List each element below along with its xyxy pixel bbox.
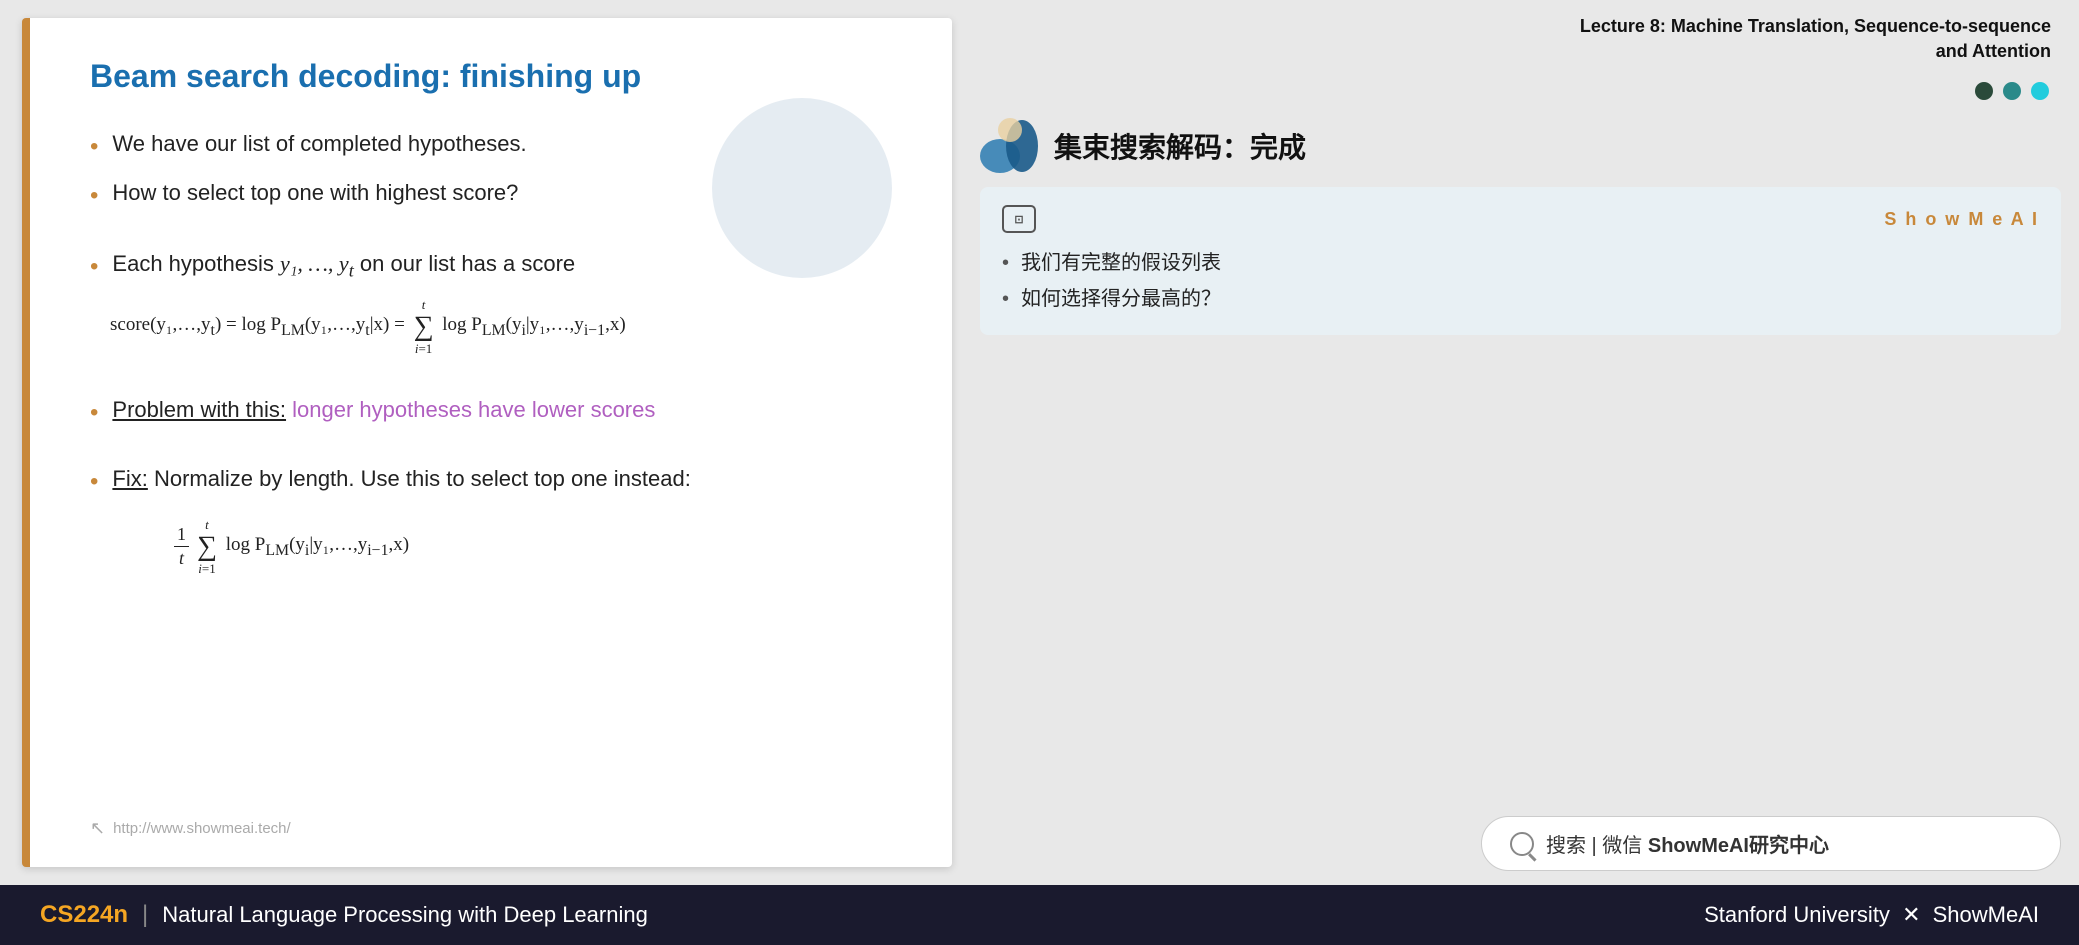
bullet-dot: •	[90, 176, 98, 217]
trans-text-1: 我们有完整的假设列表	[1021, 245, 1221, 281]
cursor-icon: ↖	[90, 818, 105, 839]
problem-text: longer hypotheses have lower scores	[292, 397, 655, 422]
decoration-circle	[712, 98, 892, 278]
slide-panel: Beam search decoding: finishing up • We …	[22, 18, 952, 867]
footer-left: CS224n | Natural Language Processing wit…	[40, 901, 648, 929]
dots-row	[980, 82, 2061, 100]
stanford-text: Stanford University	[1704, 902, 1890, 927]
x-separator: ✕	[1902, 902, 1927, 927]
url-area: ↖ http://www.showmeai.tech/	[90, 818, 291, 839]
lecture-line1: Lecture 8: Machine Translation, Sequence…	[980, 14, 2051, 39]
ai-icon-box: ⊡	[1002, 205, 1036, 233]
footer-cs-label: CS224n	[40, 901, 128, 929]
norm-eq-end: log PLM(yi|y₁,…,yi−1,x)	[221, 534, 409, 560]
right-panel: Lecture 8: Machine Translation, Sequence…	[970, 0, 2079, 885]
dot-dark	[1975, 82, 1993, 100]
lecture-header: Lecture 8: Machine Translation, Sequence…	[980, 14, 2061, 64]
math-vars: y₁, …, yt	[280, 251, 354, 276]
slide-title: Beam search decoding: finishing up	[90, 58, 902, 95]
bullet-text-3: Each hypothesis y₁, …, yt on our list ha…	[112, 245, 575, 287]
list-item-problem: • Problem with this: longer hypotheses h…	[90, 391, 902, 434]
footer-divider: |	[142, 901, 148, 929]
problem-line: Problem with this: longer hypotheses hav…	[112, 391, 655, 428]
normalized-score-equation: 1 t t ∑ i=1 log PLM(yi|y₁,…,yi−1,x)	[170, 517, 902, 577]
bullet-list-3: • Problem with this: longer hypotheses h…	[90, 391, 902, 434]
search-icon	[1510, 832, 1534, 856]
trans-dot-1: •	[1002, 245, 1009, 281]
sigma-2: ∑	[197, 533, 217, 561]
wave-icon	[980, 118, 1040, 173]
footer-right-text: Stanford University ✕ ShowMeAI	[1704, 902, 2039, 927]
score-eq-text: score(y₁,…,yt) = log PLM(y₁,…,yt|x) =	[110, 314, 410, 340]
dot-teal	[2003, 82, 2021, 100]
sum-bot-2: i=1	[198, 561, 215, 577]
showmeai-footer: ShowMeAI	[1933, 902, 2039, 927]
trans-dot-2: •	[1002, 281, 1009, 317]
chinese-title-row: 集束搜索解码：完成	[980, 118, 2061, 173]
list-item-fix: • Fix: Normalize by length. Use this to …	[90, 460, 902, 503]
sum-bot: i=1	[415, 341, 432, 357]
showmeai-brand: S h o w M e A I	[1884, 209, 2039, 230]
translation-bullets: • 我们有完整的假设列表 • 如何选择得分最高的？	[1002, 245, 2039, 317]
ai-icon: ⊡	[1014, 213, 1023, 226]
footer-right: Stanford University ✕ ShowMeAI	[1704, 902, 2039, 928]
fix-label: Fix:	[112, 466, 147, 491]
score-eq-end: log PLM(yi|y₁,…,yi−1,x)	[438, 314, 626, 340]
bullet-dot-fix: •	[90, 462, 98, 503]
main-container: Beam search decoding: finishing up • We …	[0, 0, 2079, 945]
url-link[interactable]: http://www.showmeai.tech/	[113, 820, 291, 837]
fix-line: Fix: Normalize by length. Use this to se…	[112, 460, 690, 497]
footer-course-name: Natural Language Processing with Deep Le…	[162, 902, 648, 928]
translation-box: ⊡ S h o w M e A I • 我们有完整的假设列表 • 如何选择得分最…	[980, 187, 2061, 335]
content-area: Beam search decoding: finishing up • We …	[0, 0, 2079, 885]
bullet-text-2: How to select top one with highest score…	[112, 174, 518, 211]
footer: CS224n | Natural Language Processing wit…	[0, 885, 2079, 945]
fraction-den: t	[176, 547, 187, 569]
sum-symbol-2: t ∑ i=1	[197, 517, 217, 577]
bullet-list-4: • Fix: Normalize by length. Use this to …	[90, 460, 902, 503]
trans-item-2: • 如何选择得分最高的？	[1002, 281, 2039, 317]
sum-symbol: t ∑ i=1	[414, 297, 434, 357]
fraction: 1 t	[174, 524, 189, 569]
bullet-dot-problem: •	[90, 393, 98, 434]
lecture-line2: and Attention	[980, 39, 2051, 64]
translation-header: ⊡ S h o w M e A I	[1002, 205, 2039, 233]
fix-text: Normalize by length. Use this to select …	[154, 466, 691, 491]
trans-text-2: 如何选择得分最高的？	[1021, 281, 1221, 317]
search-brand: ShowMeAI研究中心	[1648, 835, 1829, 857]
chinese-title: 集束搜索解码：完成	[1054, 126, 1306, 166]
trans-item-1: • 我们有完整的假设列表	[1002, 245, 2039, 281]
search-text: 搜索 | 微信 ShowMeAI研究中心	[1546, 829, 1829, 858]
sigma: ∑	[414, 313, 434, 341]
fraction-num: 1	[174, 524, 189, 547]
bullet-text-1: We have our list of completed hypotheses…	[112, 125, 526, 162]
score-equation: score(y₁,…,yt) = log PLM(y₁,…,yt|x) = t …	[110, 297, 902, 357]
dot-cyan	[2031, 82, 2049, 100]
problem-label: Problem with this:	[112, 397, 286, 422]
bullet-dot: •	[90, 247, 98, 288]
search-box[interactable]: 搜索 | 微信 ShowMeAI研究中心	[1481, 816, 2061, 871]
bullet-dot: •	[90, 127, 98, 168]
